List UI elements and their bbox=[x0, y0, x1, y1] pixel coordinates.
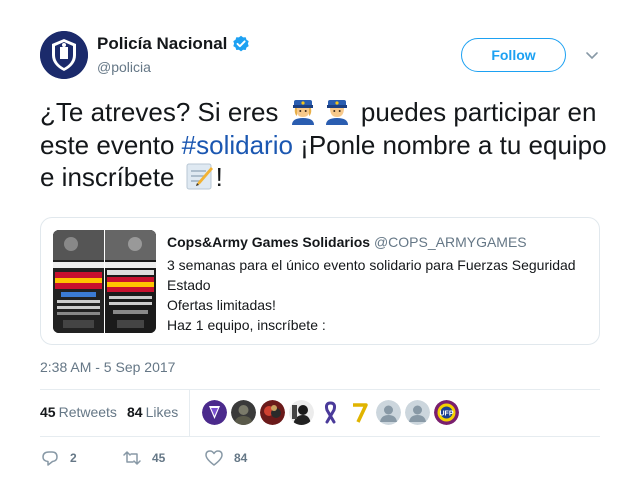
user-handle[interactable]: @policia bbox=[97, 59, 151, 75]
card-author-name[interactable]: Cops&Army Games Solidarios bbox=[167, 234, 370, 250]
verified-badge-icon bbox=[232, 35, 250, 53]
display-name[interactable]: Policía Nacional bbox=[97, 34, 227, 54]
avatar[interactable] bbox=[231, 400, 256, 425]
card-text-line: Haz 1 equipo, inscríbete : bbox=[167, 317, 326, 333]
card-image[interactable] bbox=[105, 230, 156, 333]
avatar[interactable] bbox=[289, 400, 314, 425]
card-image[interactable] bbox=[53, 230, 104, 333]
memo-emoji-icon bbox=[184, 161, 214, 191]
card-author-handle[interactable]: @COPS_ARMYGAMES bbox=[374, 234, 527, 250]
like-button[interactable]: 84 bbox=[204, 448, 286, 468]
avatar[interactable] bbox=[318, 400, 343, 425]
male-police-officer-emoji-icon bbox=[322, 96, 352, 126]
tweet-text: ¿Te atreves? Si eres puedes participar e… bbox=[40, 96, 610, 194]
reply-button[interactable]: 2 bbox=[40, 448, 122, 468]
follow-button[interactable]: Follow bbox=[461, 38, 566, 72]
avatar[interactable] bbox=[260, 400, 285, 425]
tweet-text-part: ¿Te atreves? Si eres bbox=[40, 97, 286, 127]
card-image-grid[interactable] bbox=[53, 230, 156, 333]
avatar[interactable] bbox=[405, 400, 430, 425]
reply-count: 2 bbox=[70, 451, 77, 465]
avatar[interactable]: UFP bbox=[434, 400, 459, 425]
likes-count: 84 bbox=[127, 404, 143, 420]
svg-text:UFP: UFP bbox=[440, 411, 454, 418]
heart-icon bbox=[205, 450, 223, 466]
avatar[interactable] bbox=[202, 400, 227, 425]
card-text-line: 3 semanas para el único evento solidario… bbox=[167, 257, 576, 293]
tweet-stats: 45 Retweets 84 Likes UFP bbox=[40, 390, 600, 436]
retweet-button[interactable]: 45 bbox=[122, 448, 204, 468]
retweet-icon bbox=[123, 451, 141, 465]
chevron-down-icon[interactable] bbox=[584, 47, 600, 63]
reply-icon bbox=[42, 451, 58, 466]
like-count: 84 bbox=[234, 451, 248, 465]
retweets-label: Retweets bbox=[58, 404, 117, 420]
retweet-count: 45 bbox=[152, 451, 166, 465]
retweets-count: 45 bbox=[40, 404, 56, 420]
tweet-header: Policía Nacional @policia Follow bbox=[40, 31, 620, 81]
card-text-line: Ofertas limitadas! bbox=[167, 297, 276, 313]
link-card[interactable]: Cops&Army Games Solidarios @COPS_ARMYGAM… bbox=[40, 217, 600, 345]
avatar[interactable] bbox=[376, 400, 401, 425]
female-police-officer-emoji-icon bbox=[288, 96, 318, 126]
likes-stat[interactable]: 84 Likes bbox=[127, 404, 178, 420]
avatar[interactable] bbox=[40, 31, 88, 79]
retweets-stat[interactable]: 45 Retweets bbox=[40, 404, 117, 420]
tweet-text-part: ! bbox=[215, 162, 223, 192]
tweet-actions: 2 45 84 bbox=[40, 448, 286, 468]
card-body[interactable]: Cops&Army Games Solidarios @COPS_ARMYGAM… bbox=[167, 232, 587, 335]
avatar[interactable] bbox=[347, 400, 372, 425]
tweet-timestamp[interactable]: 2:38 AM - 5 Sep 2017 bbox=[40, 359, 175, 375]
divider bbox=[189, 390, 190, 436]
hashtag-link[interactable]: #solidario bbox=[182, 130, 293, 160]
police-badge-icon bbox=[40, 31, 88, 79]
likes-label: Likes bbox=[145, 404, 179, 420]
liker-avatars: UFP bbox=[202, 400, 463, 425]
divider bbox=[40, 436, 600, 437]
